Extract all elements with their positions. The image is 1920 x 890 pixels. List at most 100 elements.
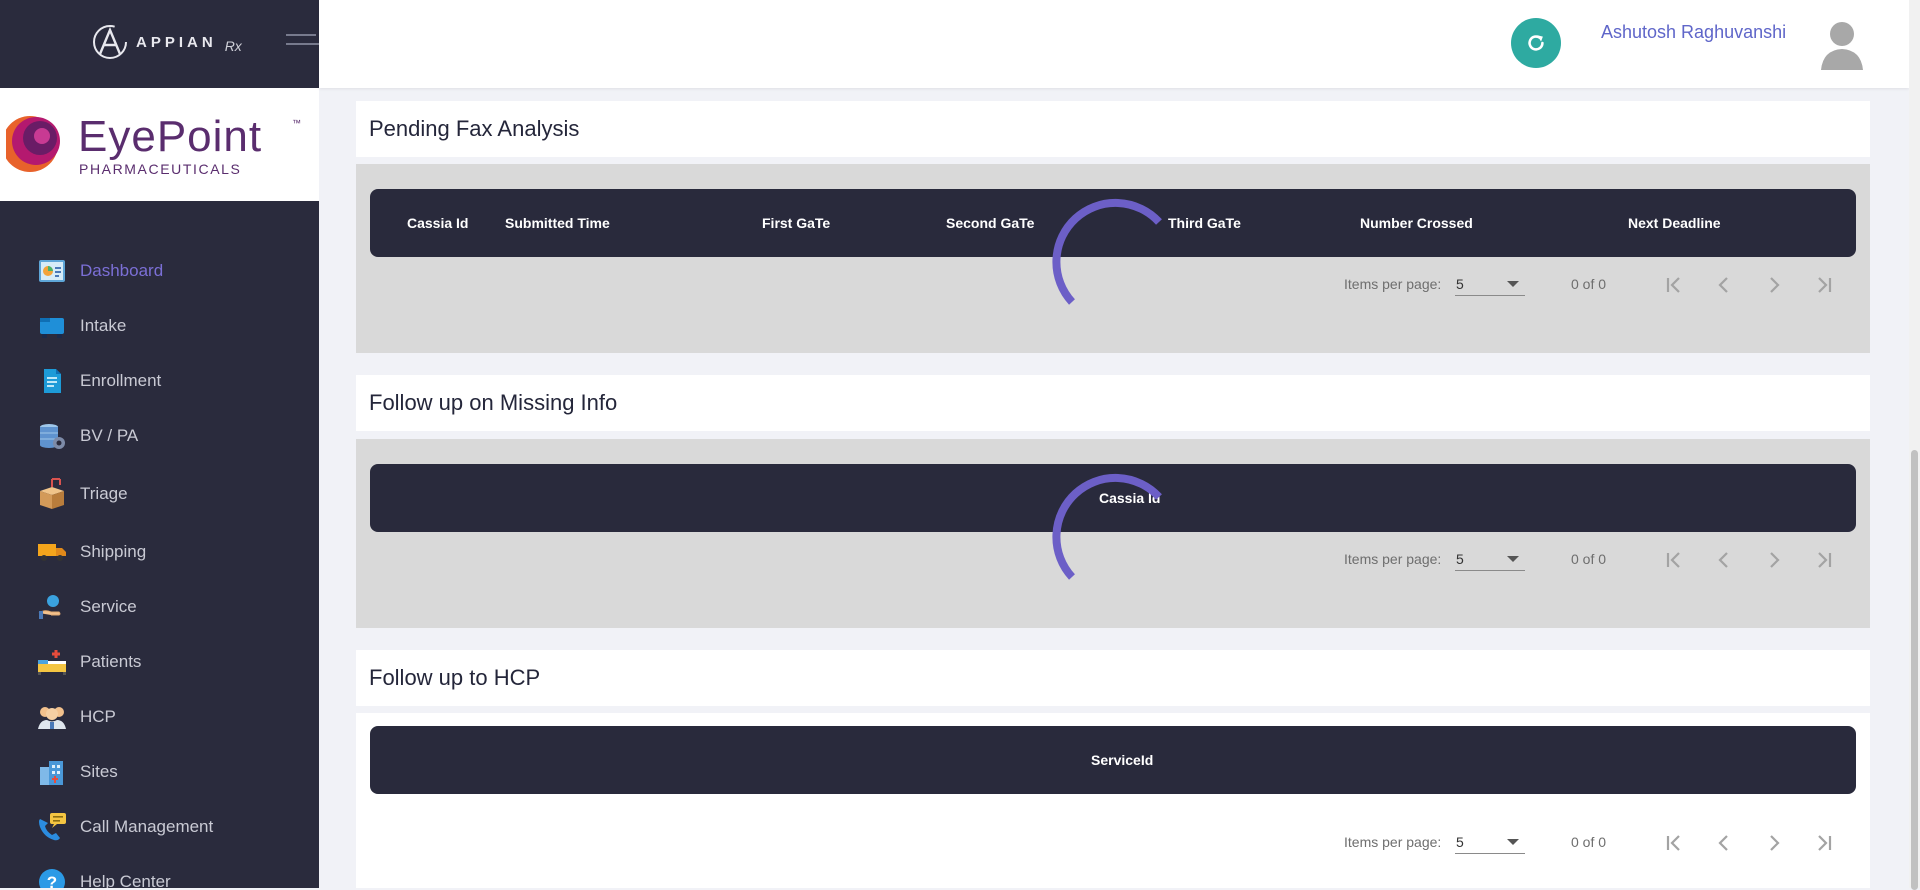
first-page-icon [1666, 835, 1680, 851]
column-header[interactable]: Third GaTe [1168, 189, 1241, 257]
section-title-text: Pending Fax Analysis [369, 116, 580, 141]
eyepoint-logo-icon [0, 114, 60, 174]
appian-logo-icon [93, 25, 127, 59]
sidebar-item-triage[interactable]: Triage [36, 478, 128, 509]
brand-trademark: ™ [292, 118, 301, 128]
last-page-icon [1818, 835, 1832, 851]
first-page-button[interactable] [1658, 827, 1690, 859]
dashboard-icon [36, 256, 68, 286]
appian-logo-rx: Rx [224, 38, 242, 54]
previous-page-button[interactable] [1708, 269, 1740, 301]
enrollment-icon [36, 366, 68, 396]
last-page-button[interactable] [1808, 544, 1840, 576]
appian-logo-text: APPIAN [136, 33, 217, 51]
call-management-icon [36, 812, 68, 842]
brand-subtitle: PHARMACEUTICALS [79, 161, 242, 177]
sidebar-item-intake[interactable]: Intake [36, 311, 126, 341]
sites-icon [36, 757, 68, 787]
last-page-button[interactable] [1808, 269, 1840, 301]
sidebar-item-patients[interactable]: Patients [36, 647, 141, 677]
sidebar-item-label: Triage [80, 484, 128, 503]
sidebar-item-bv-pa[interactable]: BV / PA [36, 421, 138, 451]
page-range-label: 0 of 0 [1571, 551, 1607, 567]
chevron-down-icon [1507, 839, 1519, 845]
column-header[interactable]: Submitted Time [505, 189, 610, 257]
next-page-button[interactable] [1758, 269, 1790, 301]
chevron-right-icon [1770, 835, 1780, 851]
items-per-page-label: Items per page: [1344, 551, 1442, 567]
page-scrollbar[interactable] [1909, 0, 1920, 890]
last-page-icon [1818, 277, 1832, 293]
paginator: Items per page: 5 0 of 0 [356, 823, 1870, 863]
column-header[interactable]: Number Crossed [1360, 189, 1473, 257]
table-header: ServiceId [370, 726, 1856, 794]
avatar[interactable] [1819, 16, 1865, 72]
hcp-table: ServiceId Items per page: 5 0 of 0 [356, 713, 1870, 888]
items-per-page-value: 5 [1456, 834, 1464, 850]
column-header[interactable]: Cassia Id [407, 189, 468, 257]
next-page-button[interactable] [1758, 827, 1790, 859]
brand-name: EyePoint [78, 112, 263, 161]
section-title-text: Follow up on Missing Info [369, 390, 618, 415]
sidebar-item-shipping[interactable]: Shipping [36, 537, 146, 567]
top-bar: Ashutosh Raghuvanshi [319, 0, 1909, 88]
appian-logo: APPIAN Rx [90, 22, 242, 62]
chevron-down-icon [1507, 556, 1519, 562]
sidebar-item-sites[interactable]: Sites [36, 757, 118, 787]
intake-icon [36, 311, 68, 341]
sidebar-item-label: Enrollment [80, 371, 162, 390]
next-page-button[interactable] [1758, 544, 1790, 576]
column-header[interactable]: First GaTe [762, 189, 830, 257]
page-range-label: 0 of 0 [1571, 276, 1607, 292]
sidebar-item-label: HCP [80, 707, 116, 726]
sidebar-item-label: Intake [80, 316, 127, 335]
first-page-icon [1666, 552, 1680, 568]
items-per-page-select[interactable]: 5 [1455, 273, 1525, 296]
chevron-right-icon [1770, 552, 1780, 568]
chevron-left-icon [1718, 277, 1728, 293]
column-header[interactable]: ServiceId [1091, 726, 1153, 794]
refresh-button[interactable] [1511, 18, 1561, 68]
items-per-page-select[interactable]: 5 [1455, 831, 1525, 854]
sidebar-item-hcp[interactable]: HCP [36, 702, 116, 732]
sidebar-item-label: Help Center [80, 872, 171, 888]
items-per-page-label: Items per page: [1344, 834, 1442, 850]
first-page-button[interactable] [1658, 269, 1690, 301]
chevron-left-icon [1718, 835, 1728, 851]
scrollbar-thumb[interactable] [1911, 450, 1918, 890]
column-header[interactable]: Second GaTe [946, 189, 1034, 257]
chevron-right-icon [1770, 277, 1780, 293]
previous-page-button[interactable] [1708, 544, 1740, 576]
sidebar-item-enrollment[interactable]: Enrollment [36, 366, 161, 396]
sidebar-item-help-center[interactable]: ? Help Center [36, 867, 171, 888]
sidebar-item-label: Shipping [80, 542, 147, 561]
triage-icon [36, 478, 68, 509]
menu-toggle-icon[interactable] [286, 34, 319, 52]
help-center-icon: ? [36, 867, 68, 888]
sidebar-item-dashboard[interactable]: Dashboard [36, 256, 163, 286]
sidebar-item-label: Dashboard [80, 261, 164, 280]
items-per-page-value: 5 [1456, 551, 1464, 567]
svg-text:?: ? [47, 873, 57, 888]
loading-spinner-icon [1052, 198, 1162, 305]
first-page-button[interactable] [1658, 544, 1690, 576]
patients-icon [36, 647, 68, 677]
items-per-page-select[interactable]: 5 [1455, 548, 1525, 571]
hcp-icon [36, 702, 68, 732]
sidebar-item-service[interactable]: Service [36, 592, 137, 622]
last-page-button[interactable] [1808, 827, 1840, 859]
section-title-hcp: Follow up to HCP [356, 650, 1870, 706]
sidebar-item-call-management[interactable]: Call Management [36, 812, 213, 842]
bv-pa-icon [36, 421, 68, 451]
user-name[interactable]: Ashutosh Raghuvanshi [1601, 22, 1786, 43]
sidebar-item-label: Sites [80, 762, 118, 781]
column-header[interactable]: Next Deadline [1628, 189, 1721, 257]
section-title-text: Follow up to HCP [369, 665, 541, 690]
section-title-pending-fax: Pending Fax Analysis [356, 101, 1870, 157]
items-per-page-value: 5 [1456, 276, 1464, 292]
previous-page-button[interactable] [1708, 827, 1740, 859]
sidebar-item-label: Patients [80, 652, 142, 671]
section-title-missing-info: Follow up on Missing Info [356, 375, 1870, 431]
refresh-icon [1528, 35, 1544, 51]
service-icon [36, 592, 68, 622]
